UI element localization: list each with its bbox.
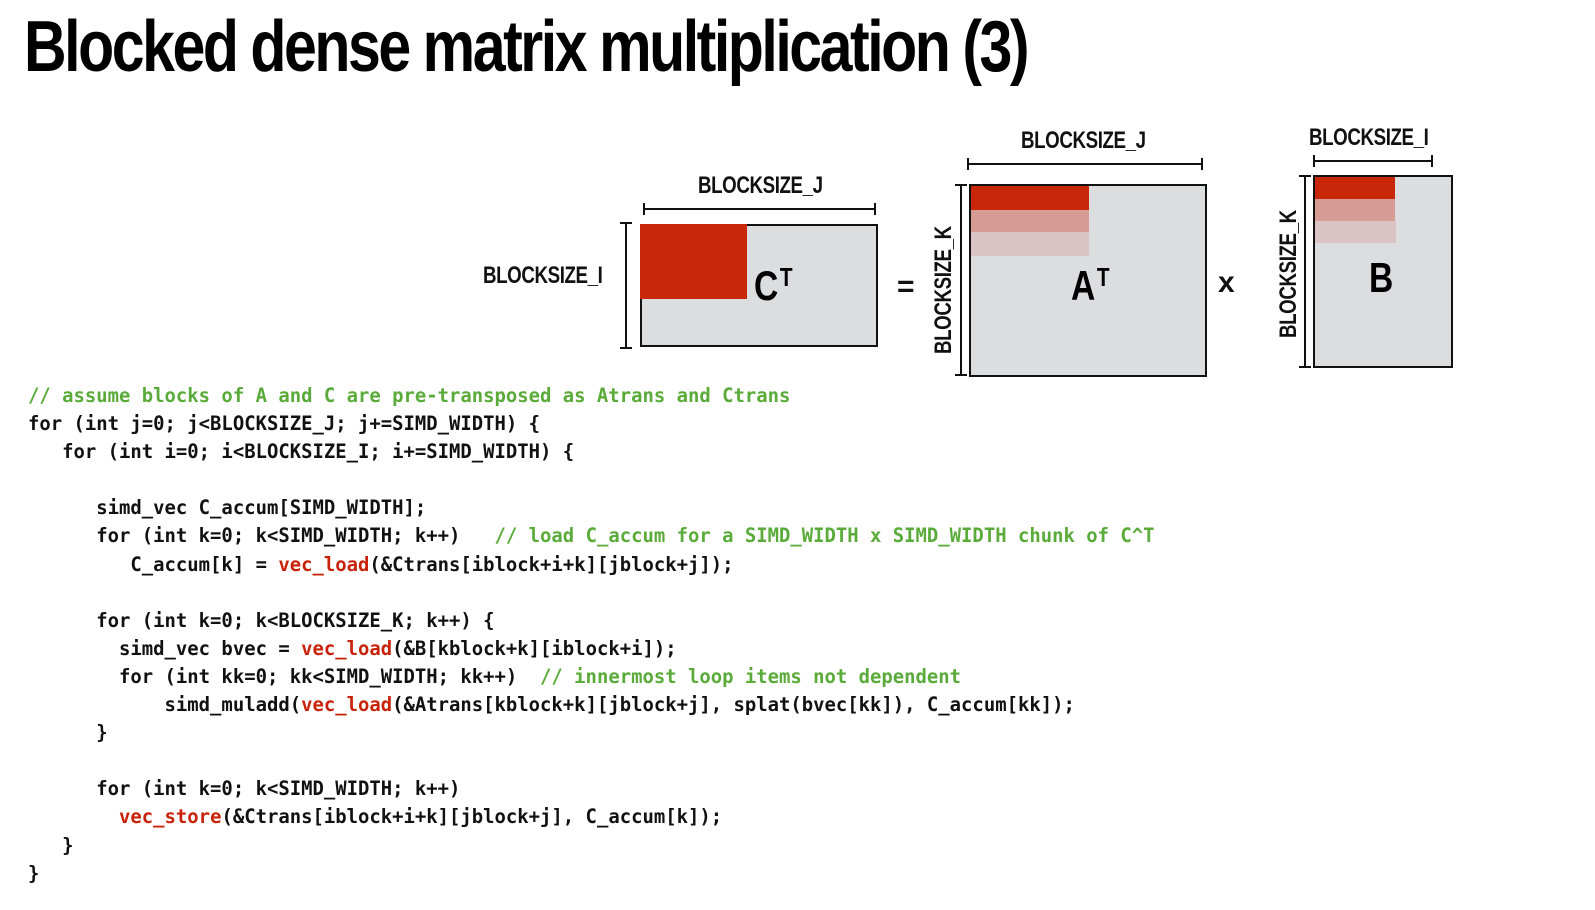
code-line: simd_vec C_accum[SIMD_WIDTH]; — [28, 494, 1155, 522]
code-line: } — [28, 832, 1155, 860]
code-text: for (int kk=0; kk<SIMD_WIDTH; kk++) — [28, 664, 541, 688]
code-text: (&B[kblock+k][iblock+i]); — [392, 636, 677, 660]
code-line: // assume blocks of A and C are pre-tran… — [28, 382, 1155, 410]
code-text: simd_muladd( — [28, 693, 302, 717]
b-highlight-row-1 — [1315, 177, 1395, 199]
b-height-bracket — [1299, 175, 1311, 368]
code-line: for (int j=0; j<BLOCKSIZE_J; j+=SIMD_WID… — [28, 410, 1155, 438]
b-matrix: B — [1313, 175, 1453, 368]
ct-side-label: BLOCKSIZE_I — [483, 262, 603, 289]
code-text: for (int j=0; j<BLOCKSIZE_J; j+=SIMD_WID… — [28, 412, 541, 436]
code-comment: // assume blocks of A and C are pre-tran… — [28, 384, 791, 407]
code-text: for (int k=0; k<SIMD_WIDTH; k++) — [28, 524, 495, 548]
code-text: for (int k=0; k<BLOCKSIZE_K; k++) { — [28, 608, 495, 632]
code-function-call: vec_load — [301, 636, 393, 660]
code-line: } — [28, 860, 1155, 888]
code-line: for (int k=0; k<SIMD_WIDTH; k++) // load… — [28, 522, 1155, 550]
code-text: (&Ctrans[iblock+i+k][jblock+j], C_accum[… — [221, 805, 723, 829]
b-width-bracket — [1313, 155, 1433, 167]
code-text: for (int i=0; i<BLOCKSIZE_I; i+=SIMD_WID… — [28, 440, 575, 464]
at-top-label: BLOCKSIZE_J — [1021, 127, 1146, 154]
code-function-call: vec_load — [278, 552, 370, 576]
at-highlight-row-3 — [971, 232, 1089, 256]
at-highlight-row-1 — [971, 186, 1089, 210]
code-text: simd_vec bvec = — [28, 636, 302, 660]
code-text: for (int k=0; k<SIMD_WIDTH; k++) — [28, 777, 461, 801]
code-line: C_accum[k] = vec_load(&Ctrans[iblock+i+k… — [28, 551, 1155, 579]
at-side-label: BLOCKSIZE_K — [930, 226, 957, 354]
code-text: simd_vec C_accum[SIMD_WIDTH]; — [28, 496, 427, 520]
code-text: } — [28, 833, 74, 857]
times-sign: x — [1218, 266, 1235, 299]
b-highlight-row-3 — [1315, 221, 1396, 243]
ct-width-bracket — [643, 203, 876, 215]
code-text: (&Atrans[kblock+k][jblock+j], splat(bvec… — [392, 693, 1075, 717]
code-text: } — [28, 721, 108, 745]
at-highlight-row-2 — [971, 210, 1089, 232]
at-height-bracket — [955, 184, 967, 376]
code-comment: // innermost loop items not dependent — [540, 664, 962, 688]
at-width-bracket — [967, 158, 1203, 170]
at-matrix-name: AT — [1071, 262, 1110, 309]
code-text: C_accum[k] = — [28, 552, 279, 576]
code-line: for (int i=0; i<BLOCKSIZE_I; i+=SIMD_WID… — [28, 438, 1155, 466]
b-matrix-name: B — [1369, 254, 1394, 301]
code-text: (&Ctrans[iblock+i+k][jblock+j]); — [369, 552, 734, 576]
code-line: for (int k=0; k<BLOCKSIZE_K; k++) { — [28, 607, 1155, 635]
code-function-call: vec_store — [119, 805, 222, 829]
code-line: simd_muladd(vec_load(&Atrans[kblock+k][j… — [28, 691, 1155, 719]
b-top-label: BLOCKSIZE_I — [1309, 124, 1429, 151]
ct-highlight-block — [640, 224, 747, 299]
ct-matrix: CT — [640, 224, 878, 347]
code-line: simd_vec bvec = vec_load(&B[kblock+k][ib… — [28, 635, 1155, 663]
slide-title: Blocked dense matrix multiplication (3) — [24, 7, 1030, 87]
ct-matrix-name: CT — [754, 262, 793, 309]
code-text: } — [28, 861, 40, 885]
equals-sign: = — [897, 270, 915, 303]
ct-height-bracket — [620, 222, 632, 349]
at-matrix: AT — [969, 184, 1207, 377]
code-line: } — [28, 719, 1155, 747]
code-function-call: vec_load — [301, 693, 393, 717]
code-line: for (int k=0; k<SIMD_WIDTH; k++) — [28, 775, 1155, 803]
b-highlight-row-2 — [1315, 199, 1395, 221]
ct-top-label: BLOCKSIZE_J — [698, 172, 823, 199]
code-line: vec_store(&Ctrans[iblock+i+k][jblock+j],… — [28, 803, 1155, 831]
code-listing: // assume blocks of A and C are pre-tran… — [28, 382, 1155, 888]
b-side-label: BLOCKSIZE_K — [1275, 210, 1302, 338]
code-line: for (int kk=0; kk<SIMD_WIDTH; kk++) // i… — [28, 663, 1155, 691]
code-comment: // load C_accum for a SIMD_WIDTH x SIMD_… — [494, 524, 1155, 548]
